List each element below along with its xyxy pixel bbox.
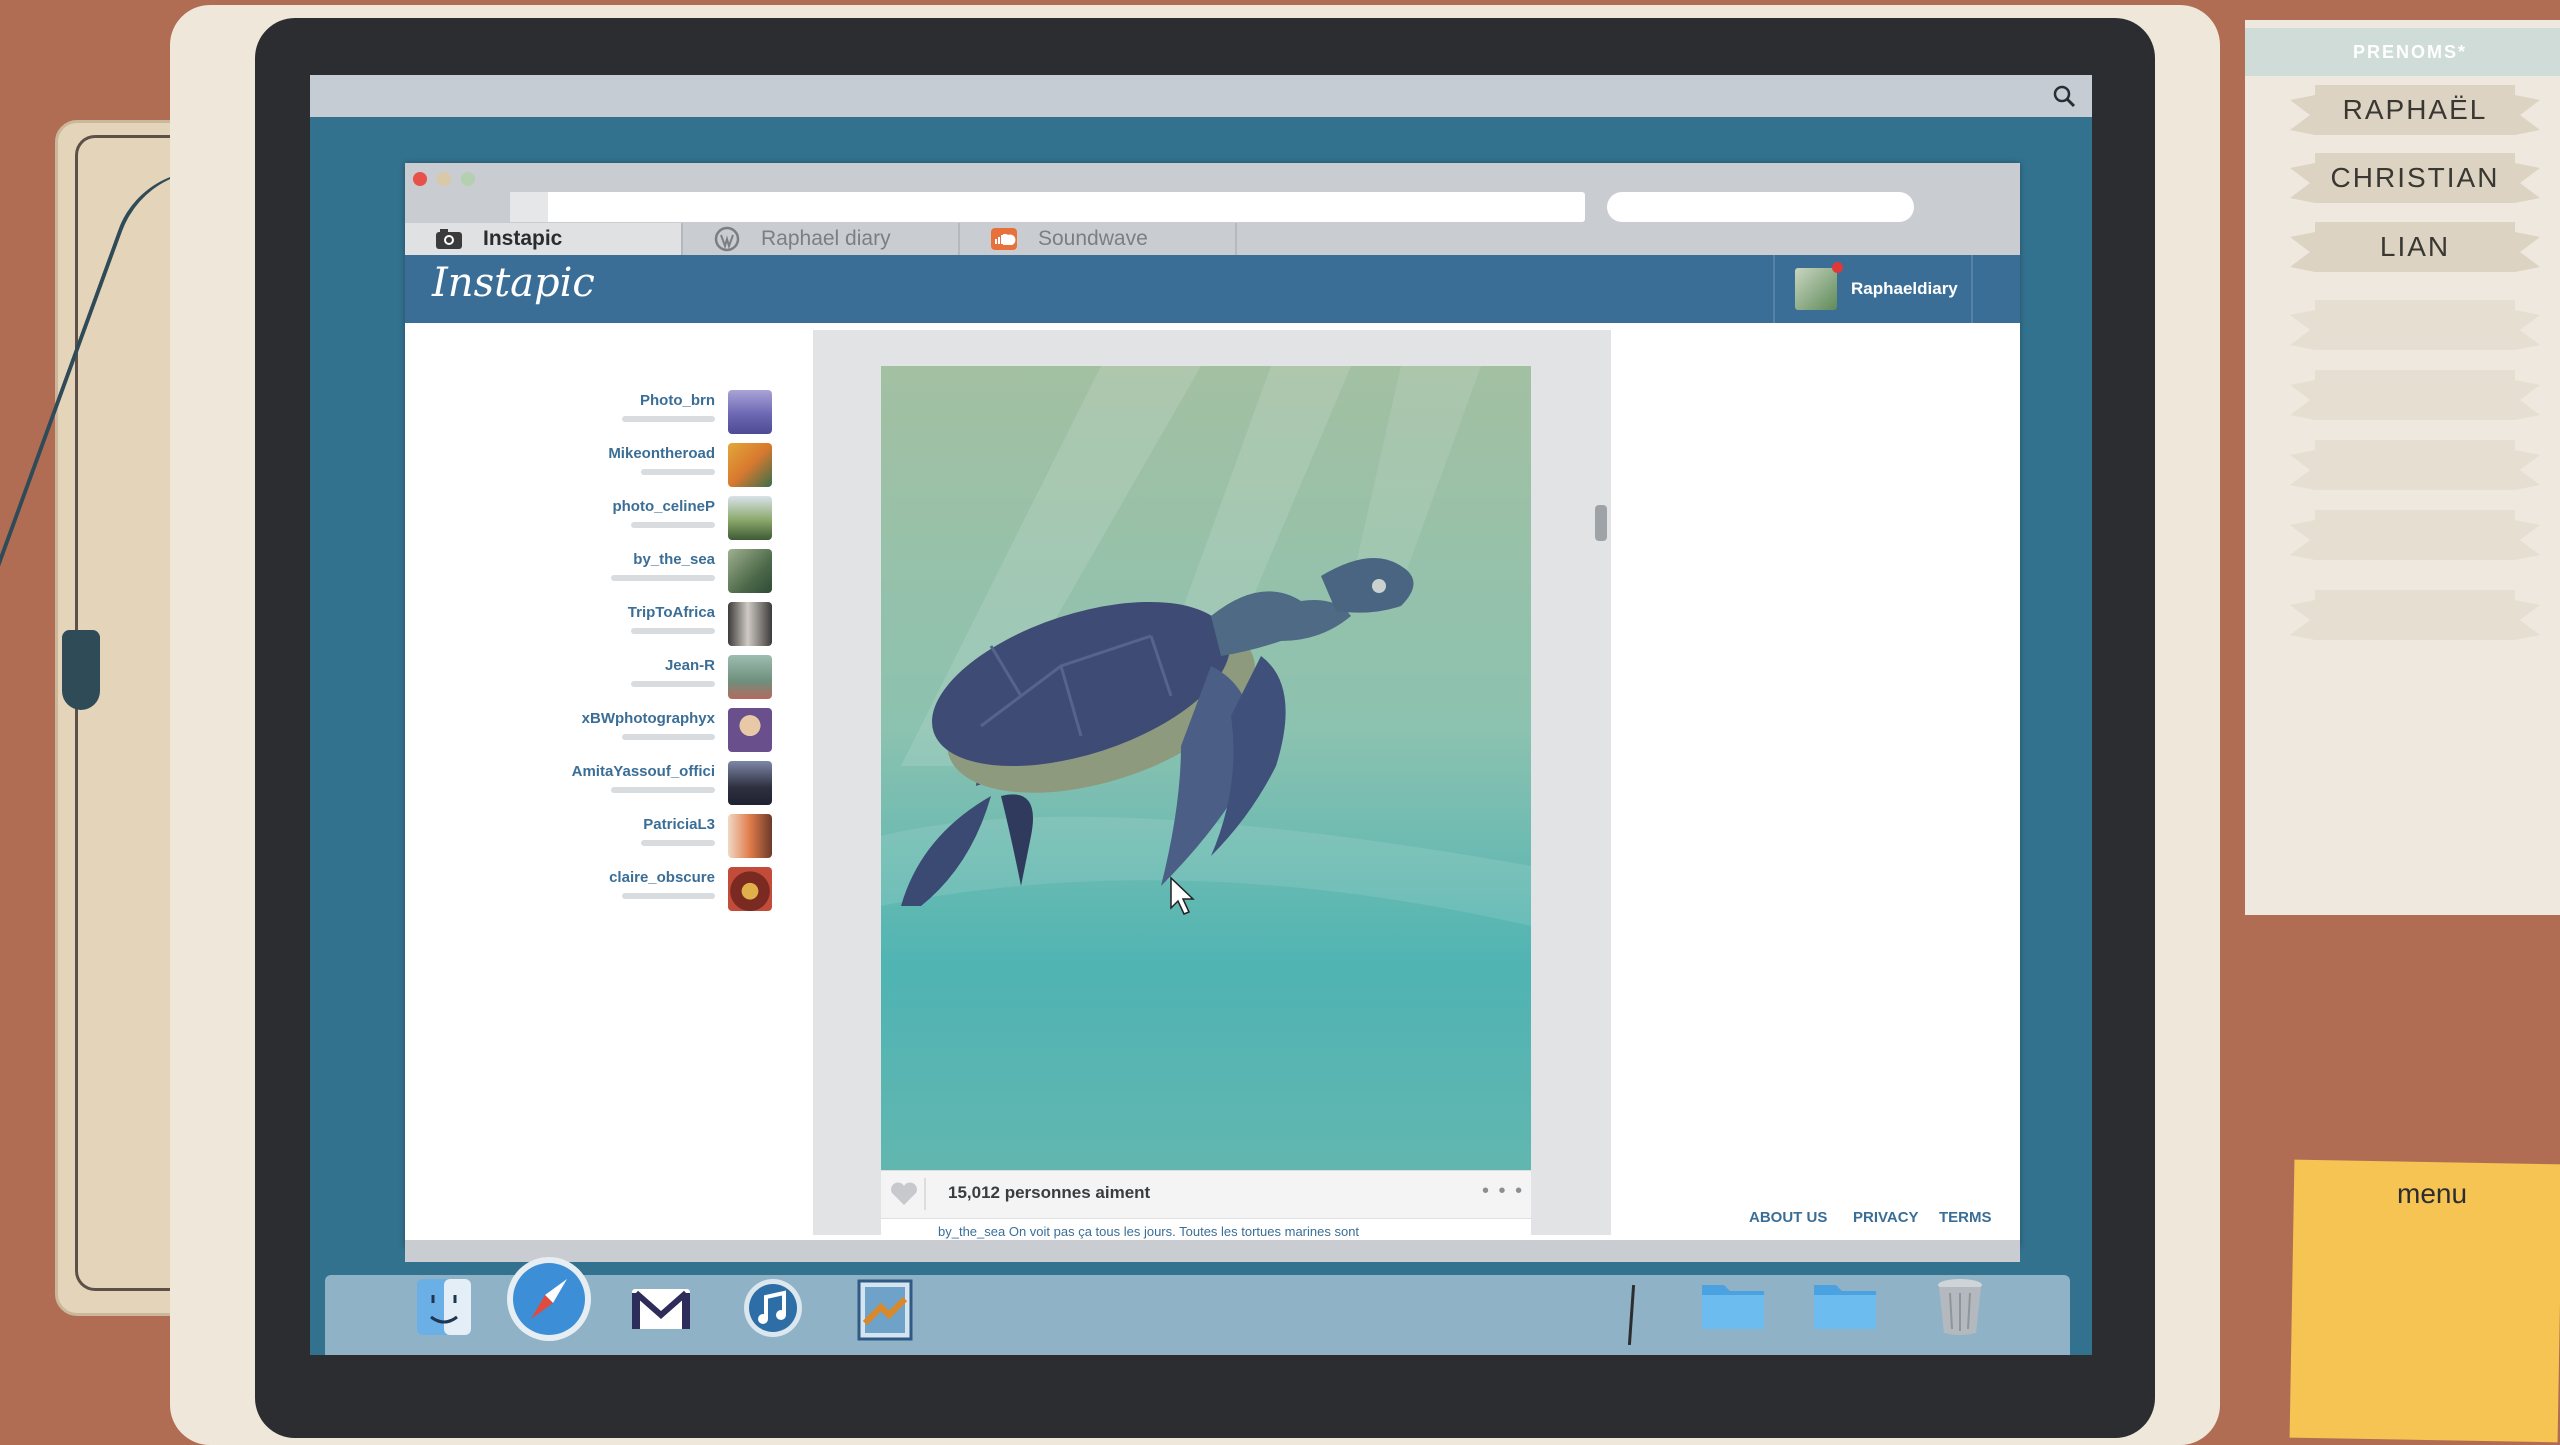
thumbnail bbox=[728, 496, 772, 540]
list-item-mikeontheroad[interactable]: Mikeontheroad bbox=[550, 443, 772, 493]
placeholder-line bbox=[622, 893, 715, 899]
username: claire_obscure bbox=[609, 869, 715, 886]
name-tag-christian[interactable]: CHRISTIAN bbox=[2290, 153, 2540, 203]
name-tag-label: LIAN bbox=[2379, 231, 2451, 262]
tab-label: Instapic bbox=[483, 227, 563, 250]
bookmark-tassel bbox=[62, 630, 100, 710]
name-tag-empty[interactable] bbox=[2290, 370, 2540, 420]
folder-icon[interactable] bbox=[1700, 1277, 1766, 1331]
tab-soundwave[interactable]: Soundwave bbox=[960, 223, 1237, 255]
username: xBWphotographyx bbox=[581, 710, 715, 727]
thumbnail bbox=[728, 814, 772, 858]
username: photo_celineP bbox=[612, 498, 715, 515]
finder-icon[interactable] bbox=[415, 1277, 473, 1337]
placeholder-line bbox=[622, 416, 715, 422]
browser-statusbar bbox=[405, 1240, 2020, 1262]
thumbnail bbox=[728, 549, 772, 593]
menu-label[interactable]: menu bbox=[2397, 1178, 2467, 1210]
name-tag-label: RAPHAËL bbox=[2342, 94, 2488, 125]
list-item-by-the-sea[interactable]: by_the_sea bbox=[550, 549, 772, 599]
heart-icon bbox=[891, 1182, 917, 1205]
username: by_the_sea bbox=[633, 551, 715, 568]
feed-scrollbar[interactable] bbox=[1595, 505, 1607, 541]
os-menubar bbox=[310, 75, 2092, 117]
likes-count: 15,012 personnes aiment bbox=[948, 1183, 1151, 1202]
close-window-button[interactable] bbox=[413, 172, 427, 186]
username: TripToAfrica bbox=[627, 604, 715, 621]
list-item-triptoafrica[interactable]: TripToAfrica bbox=[550, 602, 772, 652]
list-item-photo-brn[interactable]: Photo_brn bbox=[550, 390, 772, 440]
avatar bbox=[1795, 262, 1843, 310]
placeholder-line bbox=[641, 469, 715, 475]
address-bar[interactable] bbox=[510, 192, 1585, 222]
tab-instapic[interactable]: Instapic bbox=[405, 223, 683, 255]
post-caption: by_the_sea On voit pas ça tous les jours… bbox=[938, 1224, 1360, 1239]
terms-link[interactable]: TERMS bbox=[1939, 1209, 1992, 1226]
username: Photo_brn bbox=[640, 392, 715, 409]
sea-turtle-photo bbox=[881, 366, 1531, 1170]
placeholder-line bbox=[631, 522, 715, 528]
name-tag-raphael[interactable]: RAPHAËL bbox=[2290, 85, 2540, 135]
music-icon[interactable] bbox=[742, 1277, 804, 1339]
list-item-jean-r[interactable]: Jean-R bbox=[550, 655, 772, 705]
user-name: Raphaeldiary bbox=[1851, 279, 1958, 298]
list-item-amitayassouf[interactable]: AmitaYassouf_offici bbox=[550, 761, 772, 811]
more-options-button[interactable]: • • • bbox=[1482, 1180, 1524, 1203]
tab-label: Soundwave bbox=[1038, 227, 1148, 250]
username: PatriciaL3 bbox=[643, 816, 715, 833]
preview-icon[interactable] bbox=[855, 1277, 915, 1343]
tab-label: Raphael diary bbox=[761, 227, 891, 250]
privacy-link[interactable]: PRIVACY bbox=[1853, 1209, 1919, 1226]
name-tag-empty[interactable] bbox=[2290, 510, 2540, 560]
post-photo[interactable] bbox=[881, 366, 1531, 1170]
list-item-photo-celinep[interactable]: photo_celineP bbox=[550, 496, 772, 546]
thumbnail bbox=[728, 602, 772, 646]
safari-icon[interactable] bbox=[505, 1255, 593, 1343]
thumbnail bbox=[728, 761, 772, 805]
name-tag-empty[interactable] bbox=[2290, 440, 2540, 490]
soundcloud-icon bbox=[990, 227, 1018, 251]
instapic-logo[interactable]: Instapic bbox=[432, 260, 595, 306]
list-item-patricial3[interactable]: PatriciaL3 bbox=[550, 814, 772, 864]
placeholder-line bbox=[622, 734, 715, 740]
about-us-link[interactable]: ABOUT US bbox=[1749, 1209, 1827, 1226]
thumbnail bbox=[728, 443, 772, 487]
name-tag-label: CHRISTIAN bbox=[2330, 162, 2500, 193]
thumbnail bbox=[728, 655, 772, 699]
placeholder-line bbox=[611, 787, 715, 793]
thumbnail bbox=[728, 390, 772, 434]
folder-icon[interactable] bbox=[1812, 1277, 1878, 1331]
name-tag-empty[interactable] bbox=[2290, 300, 2540, 350]
placeholder-line bbox=[631, 681, 715, 687]
username: Mikeontheroad bbox=[608, 445, 715, 462]
name-tag-empty[interactable] bbox=[2290, 590, 2540, 640]
address-bar-favicon bbox=[510, 192, 548, 222]
like-button[interactable] bbox=[884, 1178, 926, 1210]
camera-icon bbox=[435, 227, 463, 251]
wordpress-icon bbox=[713, 226, 741, 252]
minimize-window-button[interactable] bbox=[437, 172, 451, 186]
spotlight-search-icon[interactable] bbox=[2052, 84, 2076, 108]
mail-icon[interactable] bbox=[630, 1277, 692, 1337]
list-item-claire-obscure[interactable]: claire_obscure bbox=[550, 867, 772, 917]
placeholder-line bbox=[641, 840, 715, 846]
placeholder-line bbox=[631, 628, 715, 634]
trash-icon[interactable] bbox=[1935, 1277, 1985, 1337]
user-profile-button[interactable]: Raphaeldiary bbox=[1773, 255, 1973, 323]
placeholder-line bbox=[611, 575, 715, 581]
tab-raphael-diary[interactable]: Raphael diary bbox=[683, 223, 960, 255]
maximize-window-button[interactable] bbox=[461, 172, 475, 186]
name-tag-lian[interactable]: LIAN bbox=[2290, 222, 2540, 272]
thumbnail bbox=[728, 867, 772, 911]
username: Jean-R bbox=[664, 657, 715, 674]
thumbnail bbox=[728, 708, 772, 752]
list-item-xbwphotographyx[interactable]: xBWphotographyx bbox=[550, 708, 772, 758]
username: AmitaYassouf_offici bbox=[571, 763, 715, 780]
notification-dot bbox=[1832, 262, 1843, 273]
names-note-header: PRENOMS* bbox=[2245, 28, 2560, 76]
browser-search-field[interactable] bbox=[1607, 192, 1914, 222]
